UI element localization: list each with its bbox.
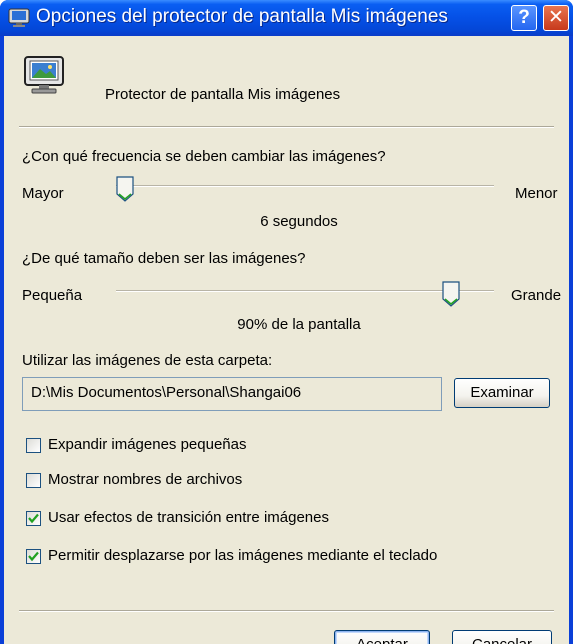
help-icon: ? [518, 7, 530, 28]
cancel-button-label: Cancelar [472, 636, 532, 644]
header-label: Protector de pantalla Mis imágenes [105, 86, 341, 103]
monitor-icon [24, 56, 64, 94]
size-question: ¿De qué tamaño deben ser las imágenes? [22, 250, 306, 267]
browse-button-label: Examinar [470, 384, 534, 401]
folder-path-text: D:\Mis Documentos\Personal\Shangai06 [31, 384, 302, 401]
size-min-label: Pequeña [22, 287, 83, 304]
ok-button-label: Aceptar [356, 636, 408, 644]
size-max-label: Grande [511, 287, 562, 304]
close-button[interactable]: ✕ [543, 5, 569, 31]
window-title: Opciones del protector de pantalla Mis i… [36, 6, 448, 27]
option-label: Expandir imágenes pequeñas [48, 436, 247, 453]
frequency-max-label: Menor [515, 185, 558, 202]
screensaver-icon [8, 8, 30, 27]
separator-top [19, 126, 554, 128]
browse-button[interactable]: Examinar [454, 378, 550, 408]
size-value: 90% de la pantalla [237, 316, 361, 333]
option-checkbox[interactable] [26, 473, 41, 488]
folder-label: Utilizar las imágenes de esta carpeta: [22, 352, 273, 369]
frequency-slider-thumb[interactable] [116, 176, 134, 202]
frequency-slider-track[interactable] [116, 185, 494, 187]
close-icon: ✕ [548, 7, 564, 28]
title-bar[interactable]: Opciones del protector de pantalla Mis i… [0, 0, 573, 36]
option-label: Mostrar nombres de archivos [48, 471, 243, 488]
frequency-min-label: Mayor [22, 185, 64, 202]
option-label: Permitir desplazarse por las imágenes me… [48, 547, 438, 564]
size-slider-track[interactable] [116, 290, 494, 292]
option-checkbox[interactable] [26, 511, 41, 526]
check-icon [28, 513, 39, 524]
size-slider-thumb[interactable] [442, 281, 460, 307]
dialog-window: Opciones del protector de pantalla Mis i… [0, 0, 573, 644]
check-icon [28, 551, 39, 562]
cancel-button[interactable]: Cancelar [452, 630, 552, 644]
ok-button[interactable]: Aceptar [334, 630, 430, 644]
frequency-value: 6 segundos [260, 213, 338, 230]
help-button[interactable]: ? [511, 5, 537, 31]
option-checkbox[interactable] [26, 438, 41, 453]
option-label: Usar efectos de transición entre imágene… [48, 509, 329, 526]
separator-bottom [19, 610, 554, 612]
option-checkbox[interactable] [26, 549, 41, 564]
dialog-body: Protector de pantalla Mis imágenes ¿Con … [4, 36, 569, 644]
folder-path-field[interactable]: D:\Mis Documentos\Personal\Shangai06 [22, 377, 442, 411]
frequency-question: ¿Con qué frecuencia se deben cambiar las… [22, 148, 386, 165]
